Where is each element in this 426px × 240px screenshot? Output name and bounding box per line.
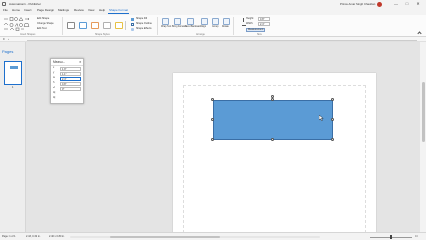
shape-style-4[interactable] [103, 22, 111, 29]
measurement-panel-title: Measu... [53, 59, 66, 64]
shape-style-5[interactable] [115, 22, 123, 29]
tab-page-design[interactable]: Page Design [36, 9, 55, 14]
tab-view[interactable]: View [87, 9, 95, 14]
status-bar: Page: 1 of 1 2.43, 0.32 in. 2.40 x 0.80 … [0, 232, 426, 240]
width-input[interactable]: 2.4" [60, 77, 81, 81]
height-input[interactable]: 0.8" [60, 82, 81, 86]
page-thumbnail-number: 1 [12, 86, 14, 89]
measurement-panel-close-icon[interactable]: ✕ [79, 60, 82, 64]
shape-style-3[interactable] [91, 22, 99, 29]
resize-handle-tc[interactable] [271, 98, 274, 101]
shapes-gallery[interactable] [3, 17, 33, 31]
rotate-button[interactable]: Rotate [222, 26, 229, 28]
page-thumbnail[interactable] [4, 61, 22, 85]
window-title: Automation1 - Publisher [9, 1, 42, 6]
shape-effects-icon[interactable] [131, 28, 134, 31]
send-backward-button[interactable]: Send Backward [185, 26, 201, 28]
selected-rectangle-shape[interactable] [213, 100, 333, 140]
maximize-button[interactable]: □ [403, 1, 411, 7]
align-button[interactable]: Align [201, 26, 206, 28]
object-size: 2.40 x 0.80 in. [49, 234, 65, 238]
align-icon[interactable] [201, 18, 208, 25]
horizontal-scrollbar[interactable] [70, 235, 320, 238]
height-icon [243, 18, 245, 22]
resize-handle-tr[interactable] [331, 98, 334, 101]
bring-forward-icon[interactable] [174, 18, 181, 25]
y-position-input[interactable]: 1.1" [60, 72, 81, 76]
measurement-panel[interactable]: Measu... ✕ x 1.9" y 1.1" w 2.4" h 0.8" ∠… [50, 58, 84, 104]
shapes-gallery-icon [3, 17, 30, 31]
align-left-icon[interactable]: ≡ [3, 37, 5, 41]
avatar[interactable] [377, 1, 382, 7]
shape-outline-icon[interactable] [131, 23, 134, 26]
resize-handle-bc[interactable] [271, 138, 274, 141]
group-icon[interactable] [212, 18, 219, 25]
width-input[interactable]: 2.4" [258, 22, 270, 26]
group-button[interactable]: Group [212, 26, 218, 28]
pages-pane-title: Pages [2, 49, 14, 54]
tab-shape-format[interactable]: Shape Format [108, 9, 130, 14]
ribbon-tabs: File Home Insert Page Design Mailings Re… [0, 8, 426, 15]
rotate-icon[interactable] [223, 18, 230, 25]
tab-help[interactable]: Help [98, 9, 106, 14]
edit-text-button[interactable]: Edit Text [37, 27, 47, 31]
shape-fill-button[interactable]: Shape Fill [136, 17, 147, 21]
vertical-scrollbar[interactable] [420, 42, 426, 232]
mouse-cursor-icon [318, 114, 324, 122]
tab-review[interactable]: Review [73, 9, 85, 14]
publication-page[interactable] [173, 73, 376, 233]
zoom-slider-thumb[interactable] [390, 235, 392, 239]
account-name[interactable]: Prince Amar Singh Chauhan [340, 2, 375, 6]
width-label: Width: [246, 22, 254, 25]
resize-handle-bl[interactable] [211, 138, 214, 141]
separator [233, 17, 234, 35]
ruler-strip [27, 38, 417, 41]
thumbnail-shape [10, 66, 18, 69]
height-label: Height: [246, 17, 254, 20]
edit-shape-button[interactable]: Edit Shape [37, 17, 49, 21]
fit-page-icon[interactable]: ⊡ [415, 234, 418, 238]
cursor-position: 2.43, 0.32 in. [26, 234, 41, 238]
ribbon: Edit Shape Change Shape Edit Text Insert… [0, 15, 426, 37]
title-bar: Automation1 - Publisher Prince Amar Sing… [0, 0, 426, 8]
zoom-slider[interactable] [370, 235, 412, 239]
height-input[interactable]: 0.8" [258, 17, 270, 21]
pages-pane: Pages 1 [0, 42, 26, 232]
tab-home[interactable]: Home [11, 9, 21, 14]
shape-style-2[interactable] [79, 22, 87, 29]
measurement-button[interactable]: Measurement [246, 27, 266, 32]
page-indicator[interactable]: Page: 1 of 1 [2, 235, 15, 239]
shape-outline-button[interactable]: Shape Outline [136, 22, 152, 26]
shape-style-1[interactable] [67, 22, 75, 29]
collapse-ribbon-icon[interactable] [417, 31, 422, 36]
resize-handle-mr[interactable] [331, 118, 334, 121]
tab-insert[interactable]: Insert [23, 9, 33, 14]
send-backward-icon[interactable] [187, 18, 194, 25]
minimize-button[interactable]: — [392, 1, 400, 7]
measurement-panel-divider [51, 65, 83, 66]
shape-effects-button[interactable]: Shape Effects [136, 27, 152, 31]
tab-file[interactable]: File [2, 9, 9, 14]
horizontal-scroll-thumb[interactable] [110, 235, 220, 238]
styles-more-icon[interactable] [125, 21, 128, 30]
scroll-thumb[interactable] [421, 82, 425, 142]
wrap-text-button[interactable]: Wrap Text [161, 26, 171, 28]
tab-mailings[interactable]: Mailings [57, 9, 70, 14]
resize-handle-tl[interactable] [211, 98, 214, 101]
scaling-label: A| [53, 96, 56, 99]
separator [157, 17, 158, 35]
change-shape-button[interactable]: Change Shape [37, 22, 54, 26]
separator [62, 17, 63, 35]
wrap-text-icon[interactable] [162, 18, 169, 25]
close-button[interactable]: ✕ [414, 1, 422, 7]
resize-handle-br[interactable] [331, 138, 334, 141]
autosave-icon[interactable] [2, 2, 6, 6]
x-position-input[interactable]: 1.9" [60, 67, 81, 71]
resize-handle-ml[interactable] [211, 118, 214, 121]
shape-fill-icon[interactable] [131, 18, 134, 21]
rotation-input[interactable]: 0° [60, 87, 81, 91]
chevron-left-icon[interactable]: ‹ [8, 37, 9, 41]
